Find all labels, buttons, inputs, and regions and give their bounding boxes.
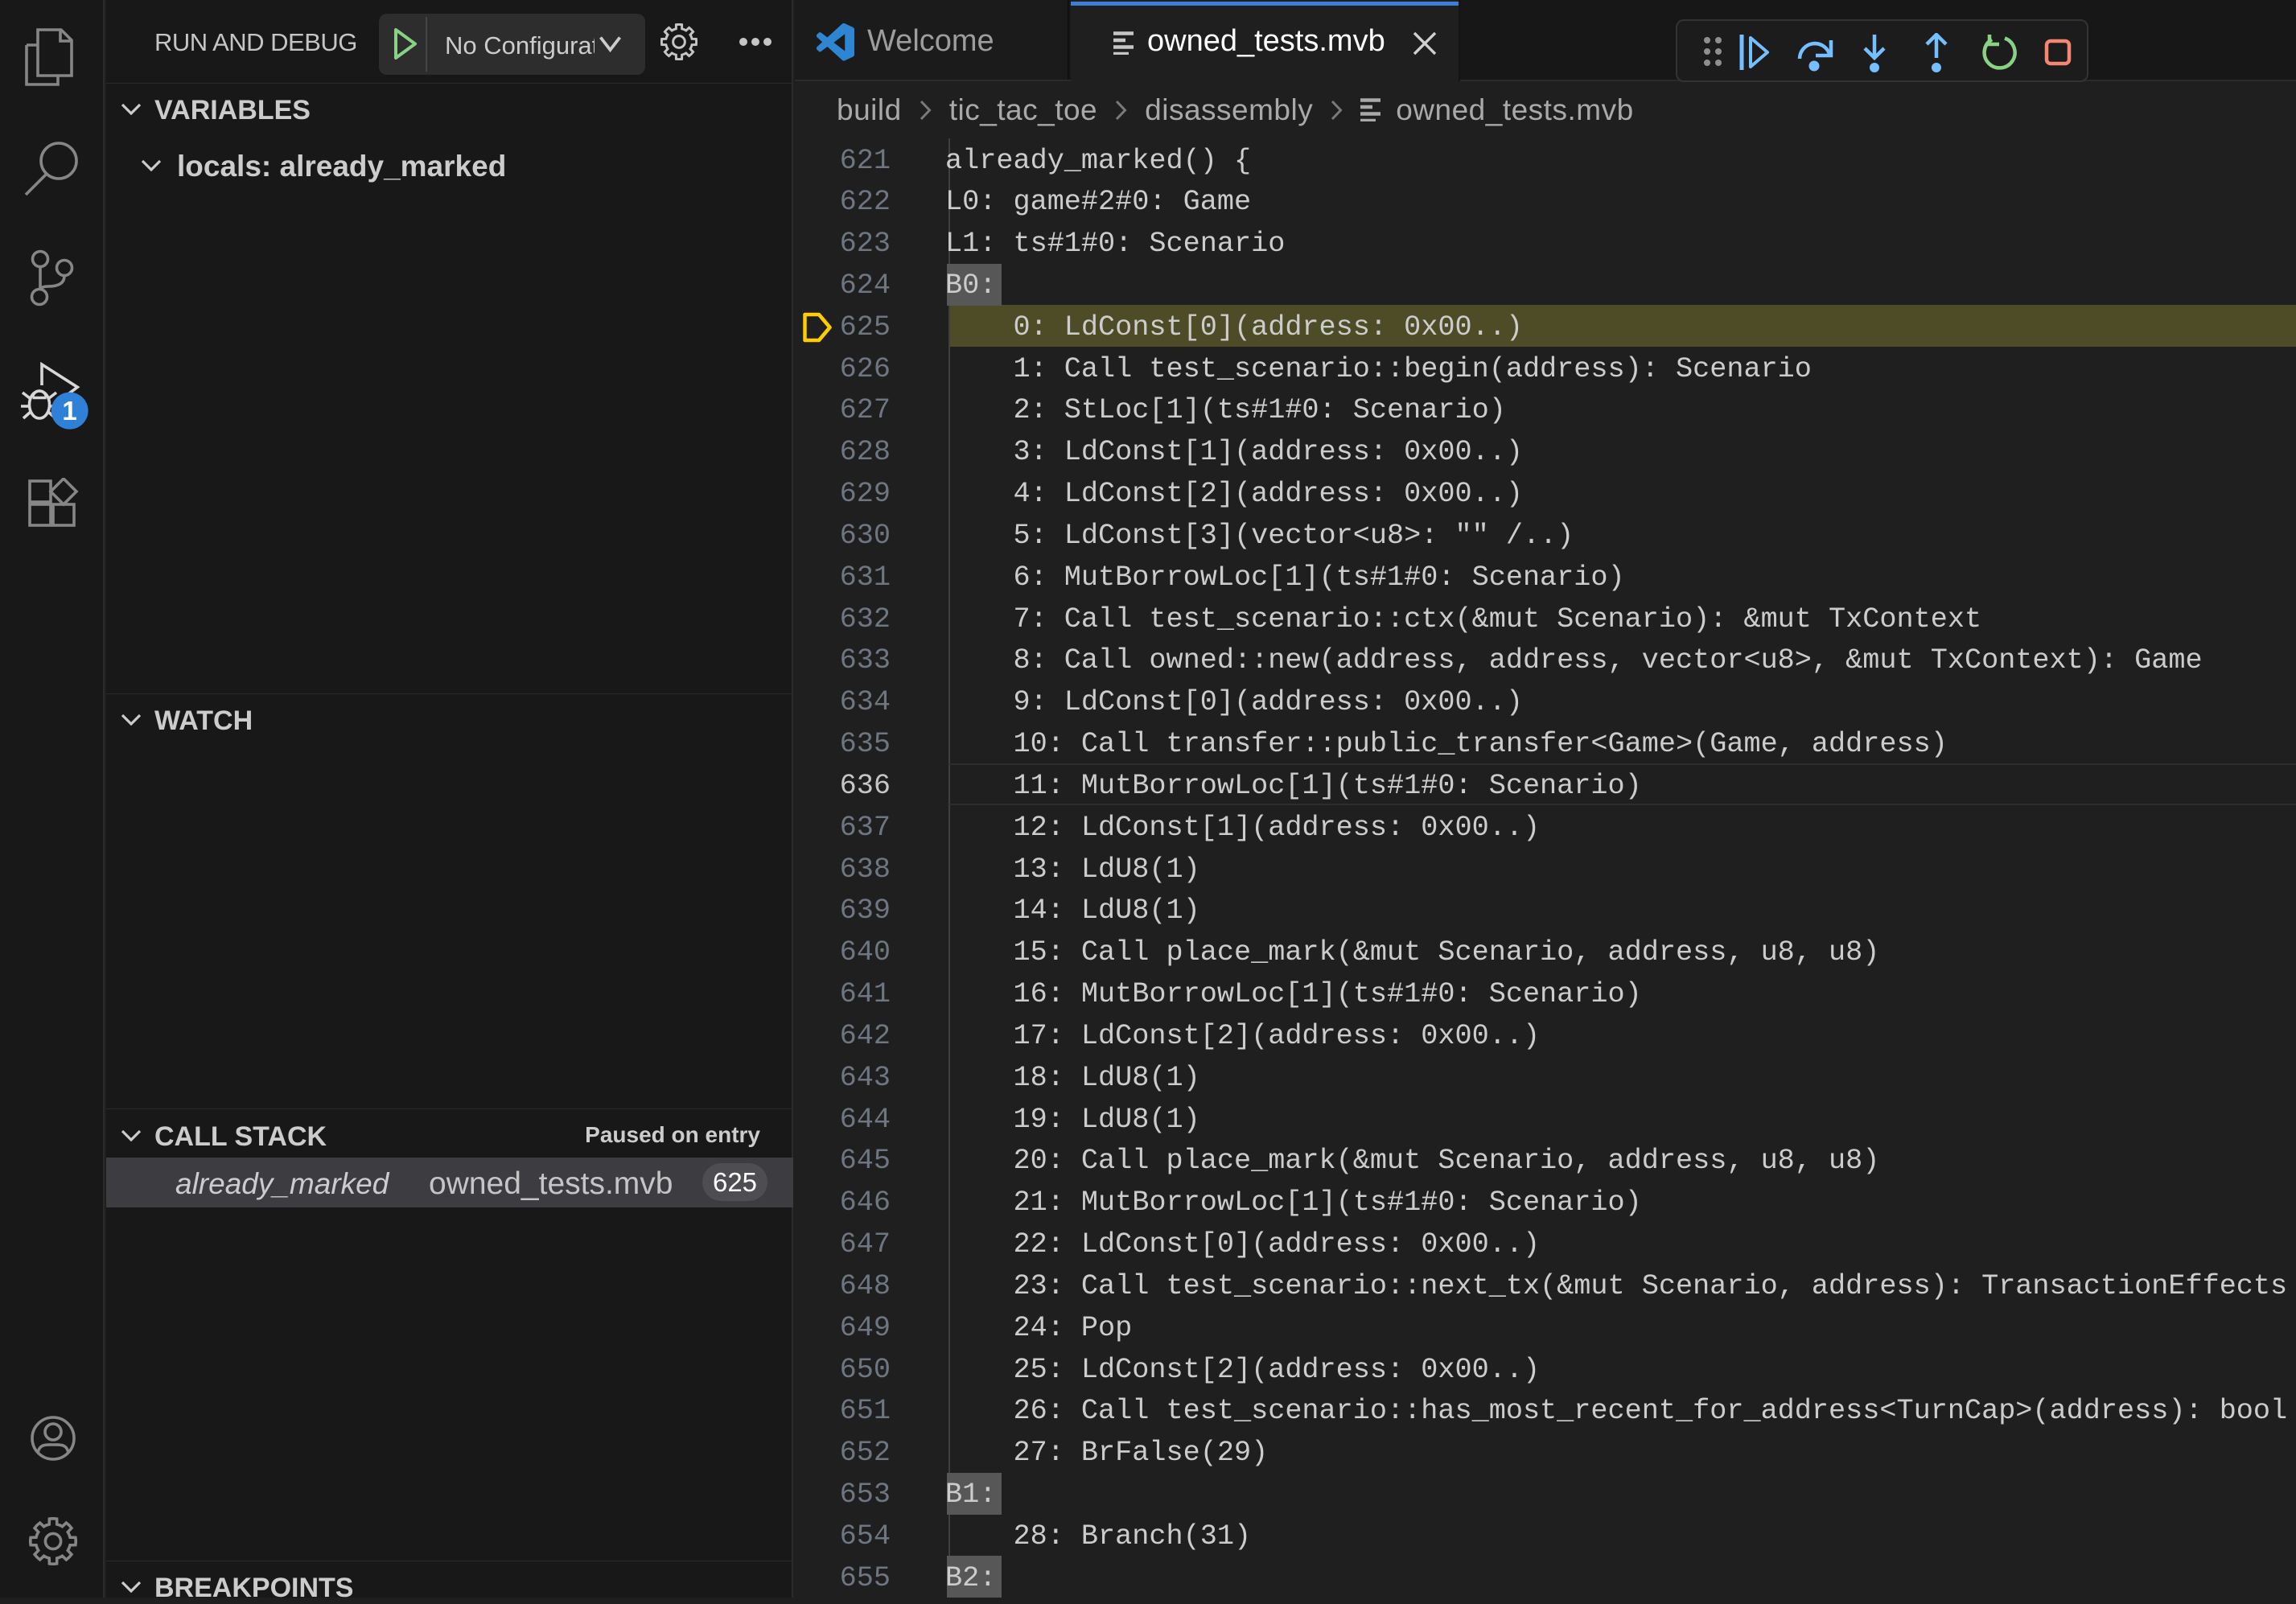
svg-text:1: 1 (62, 396, 76, 426)
